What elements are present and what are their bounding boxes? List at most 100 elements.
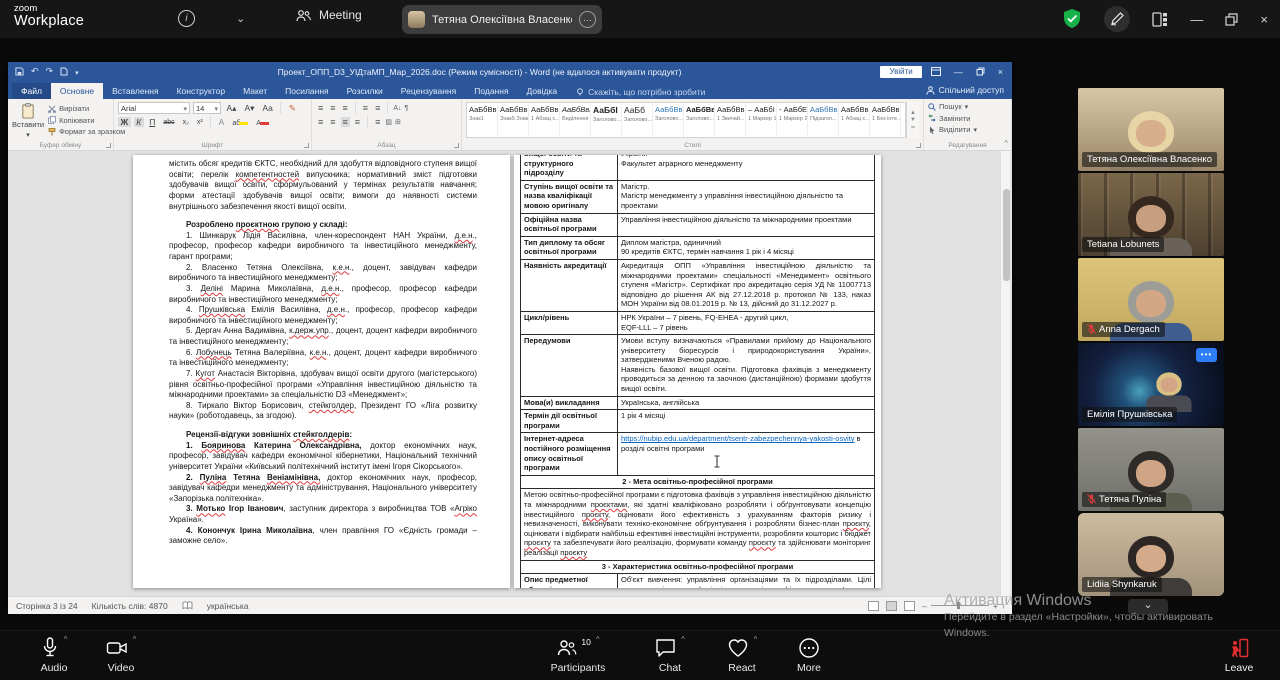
quick-access-toolbar[interactable] xyxy=(15,66,79,77)
document-canvas[interactable]: містить обсяг кредитів ЄКТС, необхідний … xyxy=(8,151,1012,596)
chat-button[interactable]: Chat xyxy=(640,637,700,674)
more-button[interactable]: More xyxy=(781,637,837,674)
style-item[interactable]: АаБбВвЗаголово... xyxy=(684,103,715,137)
close-button[interactable]: × xyxy=(1260,12,1268,27)
meeting-info-icon[interactable] xyxy=(178,10,195,27)
bold-button[interactable]: Ж xyxy=(118,117,131,127)
style-item[interactable]: – АаБбІ1 Маркер 1 xyxy=(746,103,777,137)
participant-more-button[interactable] xyxy=(1196,348,1217,362)
select-button[interactable]: Виділити xyxy=(928,125,1007,134)
word-tab[interactable]: Довідка xyxy=(518,83,567,99)
word-minimize-button[interactable]: — xyxy=(954,67,963,77)
collapse-thumbnails-button[interactable] xyxy=(1128,599,1168,615)
font-dialog-launcher-icon[interactable] xyxy=(304,143,309,148)
zoom-track[interactable] xyxy=(931,605,989,606)
security-shield-icon[interactable] xyxy=(1062,8,1082,30)
multilevel-list-button[interactable] xyxy=(341,103,350,113)
tell-me-box[interactable]: Скажіть, що потрібно зробити xyxy=(576,87,705,97)
undo-icon[interactable] xyxy=(31,66,39,77)
tab-meeting[interactable]: Meeting xyxy=(296,8,362,22)
line-spacing-button[interactable] xyxy=(373,117,382,127)
borders-button[interactable]: ⊞ xyxy=(395,118,401,126)
underline-button[interactable]: П xyxy=(147,117,158,127)
document-page-left[interactable]: містить обсяг кредитів ЄКТС, необхідний … xyxy=(133,155,510,588)
zoom-in-icon[interactable]: + xyxy=(993,601,998,611)
word-tab[interactable]: Посилання xyxy=(276,83,338,99)
align-justify-button[interactable] xyxy=(341,117,350,127)
style-item[interactable]: АаБбВвІЗнак1 xyxy=(467,103,498,137)
collapse-ribbon-icon[interactable] xyxy=(1004,139,1008,148)
word-tab[interactable]: Файл xyxy=(12,83,51,99)
participant-tile[interactable]: Tetiana Lobunets xyxy=(1078,173,1224,256)
shading-button[interactable]: ▨ xyxy=(385,118,392,126)
style-item[interactable]: АаБбІЗаголово... xyxy=(591,103,622,137)
word-tab[interactable]: Макет xyxy=(234,83,276,99)
gallery-view-icon[interactable] xyxy=(1152,12,1168,27)
zoom-slider[interactable]: – + xyxy=(922,601,998,611)
scrollbar-thumb[interactable] xyxy=(1003,189,1010,281)
zoom-out-icon[interactable]: – xyxy=(922,601,927,611)
word-restore-button[interactable] xyxy=(976,67,985,76)
web-layout-icon[interactable] xyxy=(904,601,915,611)
shrink-font-button[interactable]: А▾ xyxy=(242,103,257,114)
text-effects-button[interactable]: А xyxy=(216,117,227,127)
align-left-button[interactable] xyxy=(316,117,325,127)
font-name-combo[interactable]: Arial xyxy=(118,102,190,114)
sign-in-button[interactable]: Увійти xyxy=(880,66,921,78)
style-item[interactable]: АаБбВвІ1 Без інте... xyxy=(870,103,901,137)
word-tab[interactable]: Розсилки xyxy=(338,83,392,99)
replace-button[interactable]: Замінити xyxy=(928,114,1007,123)
read-mode-icon[interactable] xyxy=(868,601,879,611)
participant-tile[interactable]: Емілія Прушківська xyxy=(1078,343,1224,426)
video-options-caret-icon[interactable] xyxy=(133,635,137,644)
redo-icon[interactable] xyxy=(46,66,54,77)
word-tab[interactable]: Вставлення xyxy=(103,83,167,99)
style-item[interactable]: АаБбВвІ1 Абзац с... xyxy=(839,103,870,137)
word-tab[interactable]: Рецензування xyxy=(392,83,465,99)
increase-indent-button[interactable] xyxy=(373,103,382,113)
italic-button[interactable]: К xyxy=(134,117,144,127)
annotate-button[interactable] xyxy=(1104,6,1130,32)
document-page-right[interactable]: вищої освіти та структурного підрозділуУ… xyxy=(514,155,881,588)
audio-options-caret-icon[interactable] xyxy=(64,635,68,644)
paragraph-dialog-launcher-icon[interactable] xyxy=(454,143,459,148)
participants-button[interactable]: 10 Participants xyxy=(545,637,611,674)
style-item[interactable]: АаБбВвГЗаголово... xyxy=(653,103,684,137)
style-item[interactable]: АаБбВвГПідзагол... xyxy=(808,103,839,137)
paste-button[interactable]: Вставити xyxy=(12,102,44,139)
numbering-button[interactable] xyxy=(328,103,337,113)
decrease-indent-button[interactable] xyxy=(361,103,370,113)
react-button[interactable]: React xyxy=(712,637,772,674)
participants-caret-icon[interactable] xyxy=(596,635,600,644)
style-item[interactable]: АаБбВвІ1 Звичай... xyxy=(715,103,746,137)
ribbon-display-options-icon[interactable] xyxy=(931,67,941,76)
align-right-button[interactable] xyxy=(353,117,362,127)
word-tab[interactable]: Конструктор xyxy=(168,83,234,99)
document-icon[interactable] xyxy=(60,67,68,76)
style-item[interactable]: АаБбЗаголово... xyxy=(622,103,653,137)
subscript-button[interactable]: x₂ xyxy=(180,119,191,126)
page-indicator[interactable]: Сторінка 3 із 24 xyxy=(16,601,78,611)
participant-tile[interactable]: Тетяна Пуліна xyxy=(1078,428,1224,511)
audio-button[interactable]: Audio xyxy=(22,637,86,674)
chat-caret-icon[interactable] xyxy=(681,635,685,644)
font-size-combo[interactable]: 14 xyxy=(193,102,221,114)
chevron-down-icon[interactable] xyxy=(236,12,245,25)
word-tab[interactable]: Подання xyxy=(465,83,517,99)
hyperlink[interactable]: https://nubip.edu.ua/department/tsentr-z… xyxy=(621,434,854,443)
bullets-button[interactable] xyxy=(316,103,325,113)
align-center-button[interactable] xyxy=(328,117,337,127)
styles-gallery-scroll[interactable]: ▲ ▼ ≂ xyxy=(906,102,919,138)
language-indicator[interactable]: українська xyxy=(207,601,249,611)
participant-tile[interactable]: Тетяна Олексіївна Власенко xyxy=(1078,88,1224,171)
minimize-button[interactable]: — xyxy=(1190,12,1203,27)
font-color-button[interactable]: А xyxy=(254,117,272,127)
clear-formatting-button[interactable]: ✎ xyxy=(286,103,298,114)
styles-scroll-down-icon[interactable]: ▼ xyxy=(910,117,916,123)
restore-button[interactable] xyxy=(1225,13,1238,26)
zoom-knob[interactable] xyxy=(957,602,960,609)
change-case-button[interactable]: Аа xyxy=(260,103,276,113)
participant-tile[interactable]: Lidiia Shynkaruk xyxy=(1078,513,1224,596)
strikethrough-button[interactable]: abc xyxy=(161,119,177,126)
style-item[interactable]: - АаБбЕ1 Маркер 2 xyxy=(777,103,808,137)
